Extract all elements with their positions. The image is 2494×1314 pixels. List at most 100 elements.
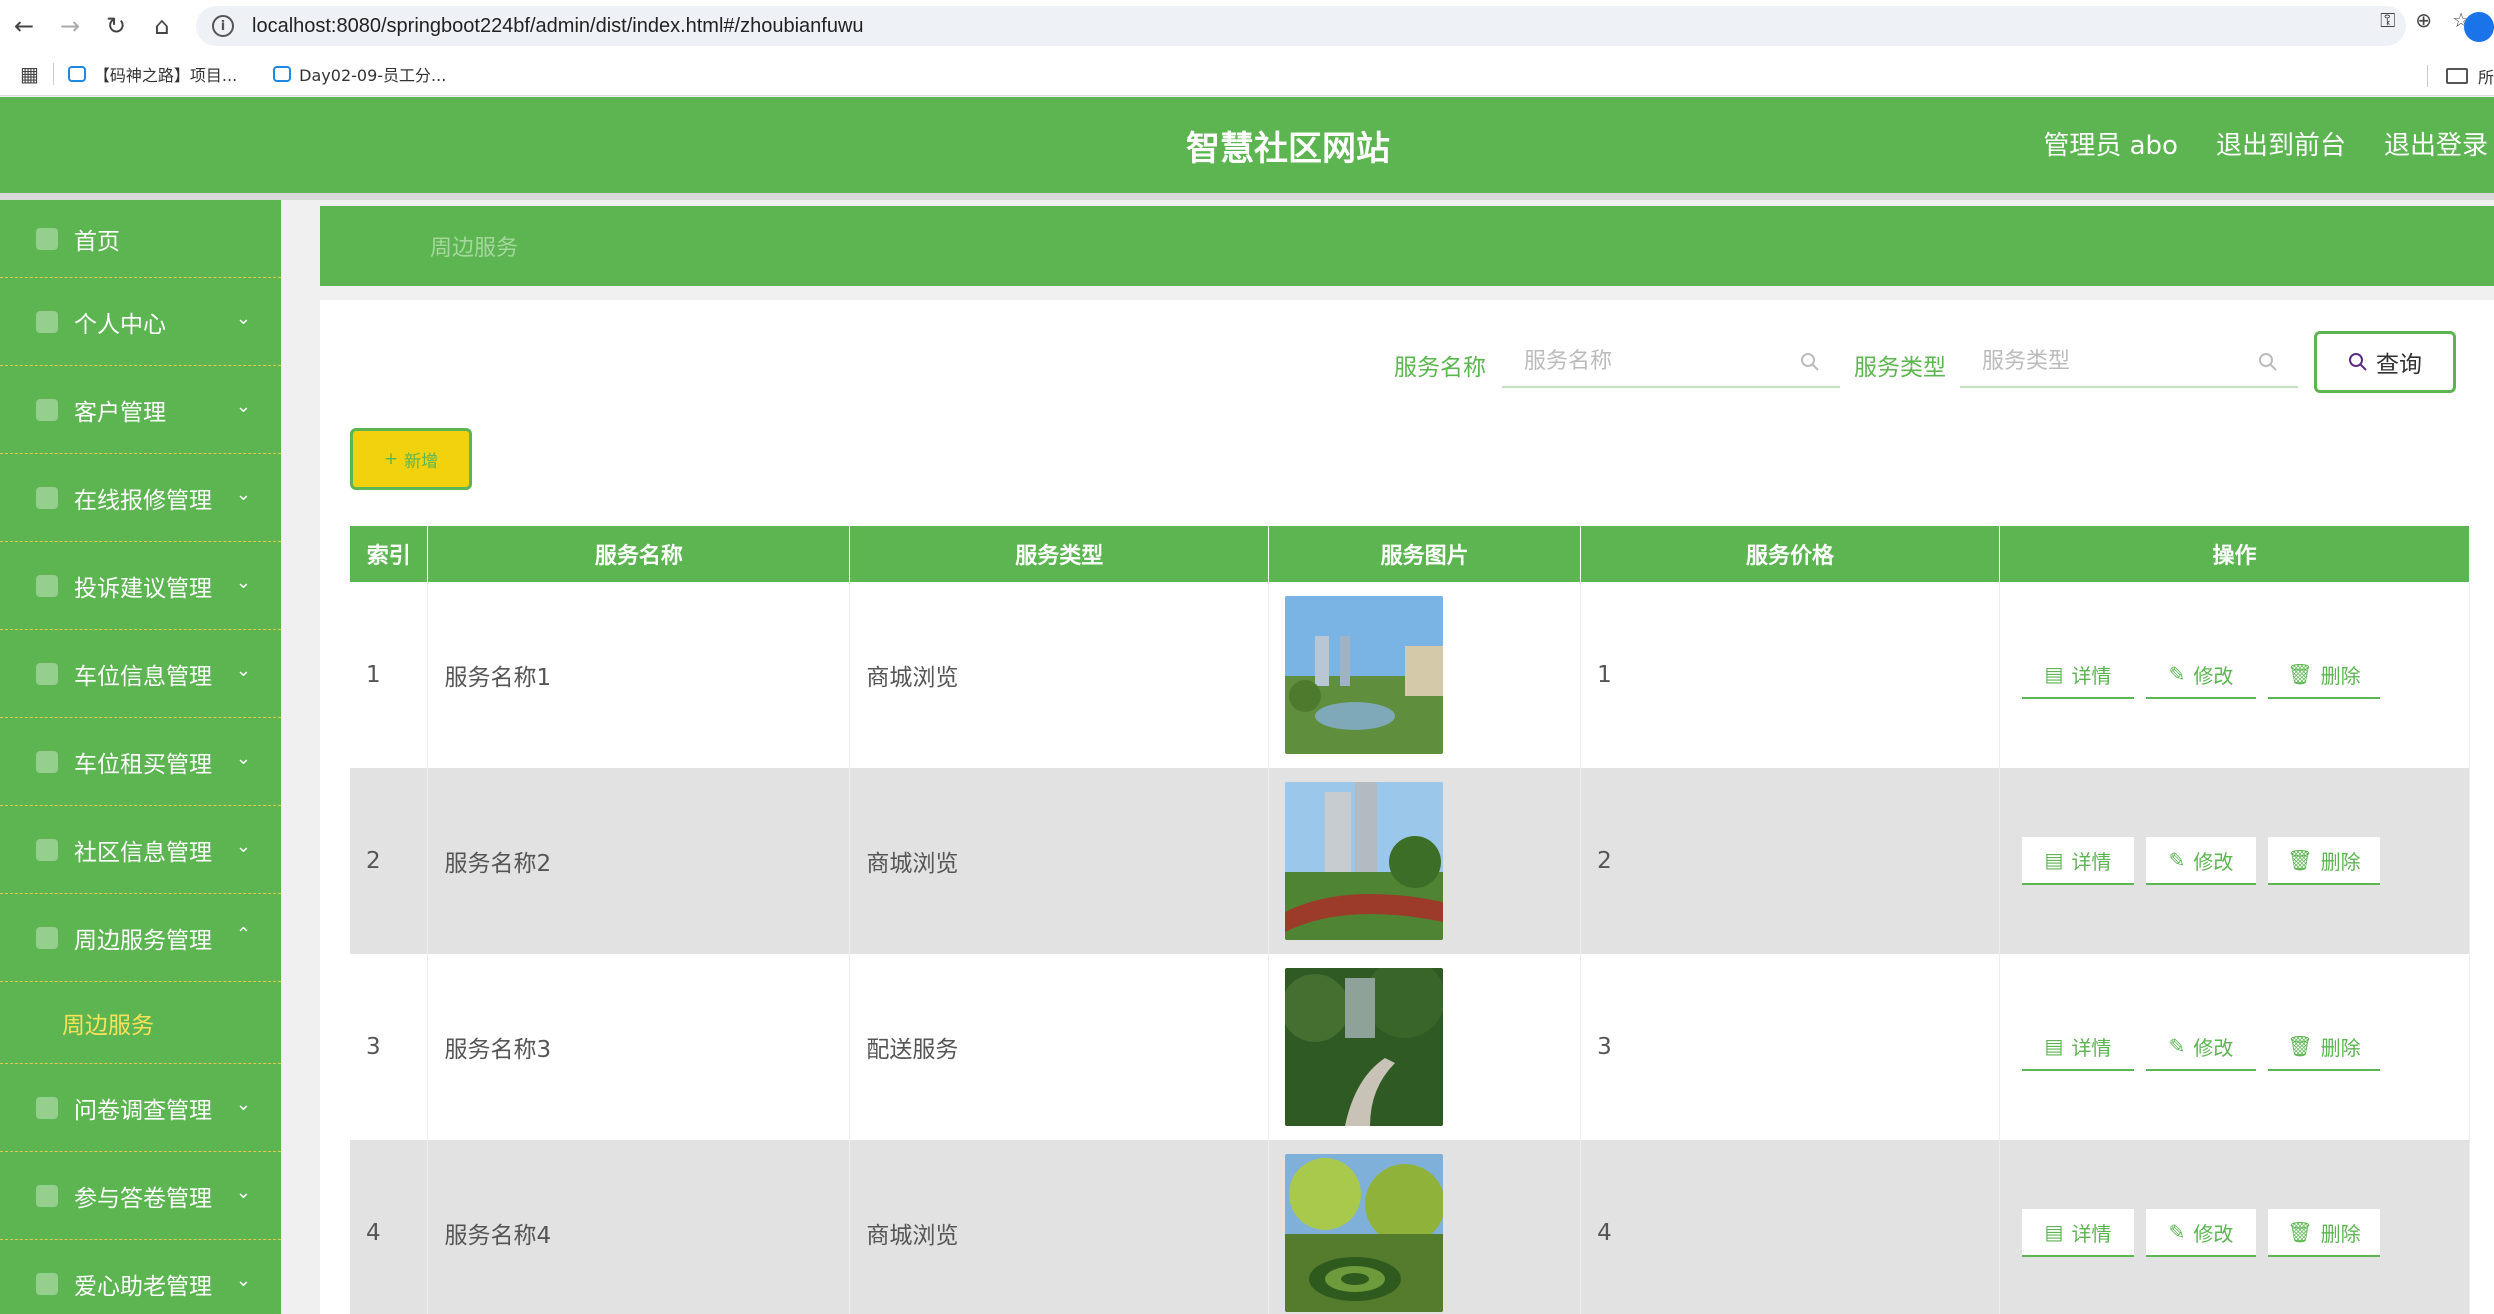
sidebar-subitem-label: 周边服务 — [62, 1012, 154, 1039]
cell-name: 服务名称2 — [427, 768, 851, 954]
user-icon — [36, 310, 58, 333]
cell-name: 服务名称4 — [427, 1140, 851, 1314]
chevron-down-icon: ⌄ — [235, 1270, 251, 1291]
cell-image — [1268, 954, 1582, 1140]
plus-icon: + — [383, 449, 399, 469]
sidebar-item-answers[interactable]: 参与答卷管理 ⌄ — [0, 1152, 281, 1240]
edit-icon: ✎ — [2168, 848, 2186, 872]
row-actions: ▤ 详情 ✎ 修改 🗑 删除 — [2016, 1209, 2469, 1257]
detail-label: 详情 — [2071, 1035, 2112, 1060]
sidebar-item-nearby-services[interactable]: 周边服务管理 ⌃ — [0, 894, 281, 982]
detail-button[interactable]: ▤ 详情 — [2021, 651, 2134, 699]
add-button[interactable]: + 新增 — [350, 428, 472, 490]
add-label: 新增 — [404, 451, 439, 472]
cell-actions: ▤ 详情 ✎ 修改 🗑 删除 — [1999, 954, 2471, 1140]
document-icon: ▤ — [2044, 848, 2064, 872]
delete-button[interactable]: 🗑 删除 — [2267, 837, 2380, 885]
edit-label: 修改 — [2193, 1035, 2234, 1060]
delete-button[interactable]: 🗑 删除 — [2267, 1209, 2380, 1257]
service-type-input[interactable]: 服务类型 — [1960, 336, 2298, 388]
edit-button[interactable]: ✎ 修改 — [2145, 837, 2256, 885]
all-bookmarks[interactable]: 所 — [2426, 64, 2494, 88]
chevron-down-icon: ⌄ — [235, 396, 251, 417]
sidebar-item-complaints[interactable]: 投诉建议管理 ⌄ — [0, 542, 281, 630]
complaint-icon — [36, 574, 58, 597]
forward-icon[interactable]: → — [48, 4, 92, 48]
home-icon — [36, 227, 58, 250]
bookmarks-divider — [52, 62, 54, 85]
edit-label: 修改 — [2193, 663, 2234, 688]
sidebar-item-label: 客户管理 — [74, 399, 166, 426]
to-front-link[interactable]: 退出到前台 — [2216, 125, 2346, 162]
profile-icon[interactable] — [2464, 12, 2494, 42]
header-divider — [0, 193, 2494, 200]
cell-name: 服务名称3 — [427, 954, 851, 1140]
edit-icon: ✎ — [2168, 662, 2186, 686]
search-icon — [1801, 353, 1819, 371]
bilibili-icon — [67, 65, 86, 82]
delete-button[interactable]: 🗑 删除 — [2267, 651, 2380, 699]
sidebar-item-customers[interactable]: 客户管理 ⌄ — [0, 366, 281, 454]
detail-button[interactable]: ▤ 详情 — [2021, 1023, 2134, 1071]
bookmarks-divider — [2426, 65, 2428, 87]
detail-label: 详情 — [2071, 663, 2112, 688]
chevron-down-icon: ⌄ — [235, 1182, 251, 1203]
sidebar-item-label: 社区信息管理 — [74, 839, 212, 866]
site-info-icon[interactable]: i — [212, 15, 234, 37]
cell-name: 服务名称1 — [427, 582, 851, 768]
sidebar-item-community-info[interactable]: 社区信息管理 ⌄ — [0, 806, 281, 894]
edit-button[interactable]: ✎ 修改 — [2145, 1023, 2256, 1071]
service-image[interactable] — [1285, 782, 1444, 940]
query-button[interactable]: 查询 — [2314, 331, 2456, 393]
sidebar-item-label: 投诉建议管理 — [74, 575, 212, 602]
detail-label: 详情 — [2071, 849, 2112, 874]
reload-icon[interactable]: ↻ — [94, 4, 138, 48]
chevron-down-icon: ⌄ — [235, 836, 251, 857]
home-icon[interactable]: ⌂ — [140, 4, 184, 48]
cell-index: 4 — [350, 1140, 429, 1314]
table-row: 1 服务名称1 商城浏览 1 ▤ 详情 ✎ 修改 🗑 删除 — [350, 582, 2471, 768]
back-icon[interactable]: ← — [2, 4, 46, 48]
cell-type: 配送服务 — [849, 954, 1270, 1140]
sidebar-item-profile[interactable]: 个人中心 ⌄ — [0, 278, 281, 366]
cell-image — [1268, 582, 1582, 768]
delete-button[interactable]: 🗑 删除 — [2267, 1023, 2380, 1071]
address-bar[interactable]: i localhost:8080/springboot224bf/admin/d… — [196, 6, 2406, 46]
sidebar-item-parking-info[interactable]: 车位信息管理 ⌄ — [0, 630, 281, 718]
cell-price: 4 — [1580, 1140, 2000, 1314]
bookmark-item[interactable]: Day02-09-员工分... — [273, 62, 446, 86]
bookmark-item[interactable]: 【码神之路】项目... — [67, 62, 237, 86]
sidebar: 首页 个人中心 ⌄ 客户管理 ⌄ 在线报修管理 ⌄ 投诉建议管理 ⌄ 车位信息管… — [0, 200, 281, 1314]
zoom-icon[interactable]: ⊕ — [2415, 8, 2432, 32]
row-actions: ▤ 详情 ✎ 修改 🗑 删除 — [2016, 651, 2469, 699]
sidebar-item-home[interactable]: 首页 — [0, 200, 281, 278]
sidebar-item-surveys[interactable]: 问卷调查管理 ⌄ — [0, 1064, 281, 1152]
header-actions: 管理员 abo 退出到前台 退出登录 — [2043, 125, 2488, 162]
edit-button[interactable]: ✎ 修改 — [2145, 651, 2256, 699]
sidebar-item-repairs[interactable]: 在线报修管理 ⌄ — [0, 454, 281, 542]
edit-button[interactable]: ✎ 修改 — [2145, 1209, 2256, 1257]
detail-button[interactable]: ▤ 详情 — [2021, 1209, 2134, 1257]
password-key-icon[interactable]: ⚿ — [2380, 8, 2395, 32]
service-image[interactable] — [1285, 968, 1444, 1126]
chevron-down-icon: ⌄ — [235, 660, 251, 681]
parking-rent-icon — [36, 750, 58, 773]
service-name-input[interactable]: 服务名称 — [1502, 336, 1840, 388]
table-row: 2 服务名称2 商城浏览 2 ▤ 详情 ✎ 修改 🗑 删除 — [350, 768, 2471, 954]
sidebar-item-elder-care[interactable]: 爱心助老管理 ⌄ — [0, 1240, 281, 1314]
sidebar-item-label: 个人中心 — [74, 311, 166, 338]
service-image[interactable] — [1285, 596, 1444, 754]
breadcrumb-item[interactable]: 周边服务 — [430, 230, 518, 262]
parking-icon — [36, 662, 58, 685]
sidebar-item-label: 车位信息管理 — [74, 663, 212, 690]
service-image[interactable] — [1285, 1154, 1444, 1312]
sidebar-item-parking-rent[interactable]: 车位租买管理 ⌄ — [0, 718, 281, 806]
chevron-down-icon: ⌄ — [235, 748, 251, 769]
elder-care-icon — [36, 1272, 58, 1295]
logout-link[interactable]: 退出登录 — [2384, 125, 2488, 162]
apps-grid-icon[interactable]: ▦ — [20, 62, 39, 86]
cell-index: 3 — [350, 954, 429, 1140]
sidebar-subitem-nearby-service[interactable]: 周边服务 — [0, 982, 281, 1064]
detail-button[interactable]: ▤ 详情 — [2021, 837, 2134, 885]
sidebar-item-label: 周边服务管理 — [74, 927, 212, 954]
